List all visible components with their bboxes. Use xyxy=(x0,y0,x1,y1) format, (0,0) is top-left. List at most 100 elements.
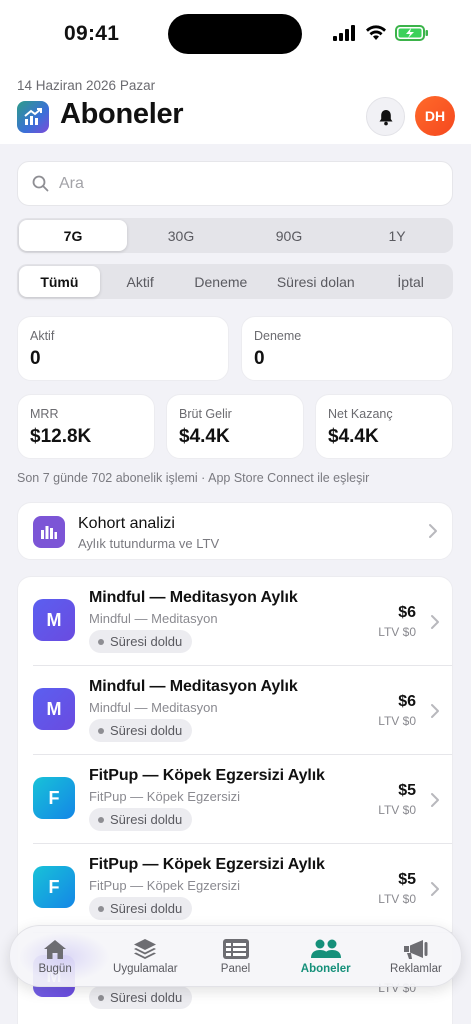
filter-cancelled[interactable]: İptal xyxy=(370,266,451,297)
chevron-right-icon xyxy=(431,614,439,629)
status-badge: Süresi doldu xyxy=(89,630,193,653)
range-90g[interactable]: 90G xyxy=(235,220,343,251)
chevron-right-icon xyxy=(431,703,439,718)
dashboard-panel-icon xyxy=(222,938,249,959)
stat-value: $12.8K xyxy=(30,426,92,447)
chevron-right-icon xyxy=(431,792,439,807)
stack-layers-icon xyxy=(134,938,157,959)
page-title: Aboneler xyxy=(60,98,184,130)
status-bar: 09:41 xyxy=(0,0,471,70)
cohort-chart-icon xyxy=(33,516,65,548)
stat-label: Deneme xyxy=(254,329,302,343)
filter-active[interactable]: Aktif xyxy=(100,266,181,297)
subscription-ltv: LTV $0 xyxy=(378,892,416,906)
subscription-title: Mindful — Meditasyon Aylık xyxy=(89,589,298,606)
subscription-ltv: LTV $0 xyxy=(378,625,416,639)
tab-bar: Bugün Uygulamalar Panel Aboneler Reklaml… xyxy=(9,925,462,987)
tab-label: Aboneler xyxy=(300,962,351,975)
range-7g[interactable]: 7G xyxy=(19,220,127,251)
megaphone-icon xyxy=(403,939,428,959)
cellular-signal-icon xyxy=(333,25,355,41)
stat-label: Aktif xyxy=(30,329,55,343)
stat-card-active: Aktif 0 xyxy=(17,316,229,381)
subscription-price: $5 xyxy=(398,871,416,888)
stat-value: 0 xyxy=(254,348,265,369)
search-bar[interactable] xyxy=(17,161,453,206)
status-badge-label: Süresi doldu xyxy=(110,901,183,916)
subscription-ltv: LTV $0 xyxy=(378,714,416,728)
subscription-app: FitPup — Köpek Egzersizi xyxy=(89,878,241,893)
subscription-title: Mindful — Meditasyon Aylık xyxy=(89,678,298,695)
growth-chart-icon xyxy=(24,108,42,125)
stat-card-trial: Deneme 0 xyxy=(241,316,453,381)
house-icon xyxy=(44,939,67,959)
cohort-subtitle: Aylık tutundurma ve LTV xyxy=(78,536,220,551)
stat-value: $4.4K xyxy=(179,426,230,447)
subscription-price: $6 xyxy=(398,693,416,710)
filter-expired[interactable]: Süresi dolan xyxy=(261,266,370,297)
tab-apps[interactable]: Uygulamalar xyxy=(100,938,190,975)
app-icon: F xyxy=(33,866,75,908)
battery-charging-icon xyxy=(395,25,428,41)
status-badge-label: Süresi doldu xyxy=(110,634,183,649)
tab-subscribers[interactable]: Aboneler xyxy=(281,938,371,975)
tab-today[interactable]: Bugün xyxy=(10,938,100,975)
app-icon: M xyxy=(33,688,75,730)
subscription-row[interactable]: M Mindful — Meditasyon Aylık Mindful — M… xyxy=(18,577,452,666)
filter-trial[interactable]: Deneme xyxy=(181,266,262,297)
app-icon: M xyxy=(33,599,75,641)
range-1y[interactable]: 1Y xyxy=(343,220,451,251)
search-input[interactable] xyxy=(59,174,419,193)
stat-label: MRR xyxy=(30,407,59,421)
subscription-app: Mindful — Meditasyon xyxy=(89,700,218,715)
subscription-title: FitPup — Köpek Egzersizi Aylık xyxy=(89,767,325,784)
tab-ads[interactable]: Reklamlar xyxy=(371,938,461,975)
status-badge-label: Süresi doldu xyxy=(110,812,183,827)
status-icons xyxy=(333,25,429,41)
subscription-app: FitPup — Köpek Egzersizi xyxy=(89,789,241,804)
header: 14 Haziran 2026 Pazar Aboneler DH xyxy=(0,70,471,144)
tab-panel[interactable]: Panel xyxy=(190,938,280,975)
chevron-right-icon xyxy=(429,524,437,538)
subscription-row[interactable]: F FitPup — Köpek Egzersizi Aylık FitPup … xyxy=(18,844,452,933)
stat-value: 0 xyxy=(30,348,41,369)
status-time: 09:41 xyxy=(64,22,120,45)
tab-label: Bugün xyxy=(38,962,72,975)
wifi-icon xyxy=(366,25,386,40)
subscription-row[interactable]: F FitPup — Köpek Egzersizi Aylık FitPup … xyxy=(18,755,452,844)
status-badge: Süresi doldu xyxy=(89,808,193,831)
tab-label: Panel xyxy=(220,962,251,975)
subscription-row[interactable]: M Mindful — Meditasyon Aylık Mindful — M… xyxy=(18,666,452,755)
subscription-price: $6 xyxy=(398,604,416,621)
profile-avatar[interactable]: DH xyxy=(415,96,455,136)
app-logo xyxy=(17,101,49,133)
stat-label: Brüt Gelir xyxy=(179,407,232,421)
subscription-title: FitPup — Köpek Egzersizi Aylık xyxy=(89,856,325,873)
range-30g[interactable]: 30G xyxy=(127,220,235,251)
subscription-app: Mindful — Meditasyon xyxy=(89,611,218,626)
status-filter-control: Tümü Aktif Deneme Süresi dolan İptal xyxy=(17,264,453,299)
cohort-analysis-card[interactable]: Kohort analizi Aylık tutundurma ve LTV xyxy=(17,502,453,560)
stat-value: $4.4K xyxy=(328,426,379,447)
status-badge: Süresi doldu xyxy=(89,986,193,1009)
status-badge: Süresi doldu xyxy=(89,897,193,920)
app-icon: F xyxy=(33,777,75,819)
bell-icon xyxy=(379,109,392,125)
status-badge-label: Süresi doldu xyxy=(110,723,183,738)
cohort-title: Kohort analizi xyxy=(78,515,175,532)
stat-card-gross: Brüt Gelir $4.4K xyxy=(166,394,304,459)
range-segmented-control: 7G 30G 90G 1Y xyxy=(17,218,453,253)
stat-card-mrr: MRR $12.8K xyxy=(17,394,155,459)
dynamic-island xyxy=(168,14,302,54)
chevron-right-icon xyxy=(431,881,439,896)
notifications-button[interactable] xyxy=(366,97,405,136)
header-date: 14 Haziran 2026 Pazar xyxy=(17,78,156,93)
filter-all[interactable]: Tümü xyxy=(19,266,100,297)
subscription-price: $5 xyxy=(398,782,416,799)
people-icon xyxy=(310,939,341,958)
stat-card-net: Net Kazanç $4.4K xyxy=(315,394,453,459)
search-icon xyxy=(32,175,49,192)
status-badge-label: Süresi doldu xyxy=(110,990,183,1005)
tab-label: Reklamlar xyxy=(390,962,442,975)
stat-label: Net Kazanç xyxy=(328,407,393,421)
